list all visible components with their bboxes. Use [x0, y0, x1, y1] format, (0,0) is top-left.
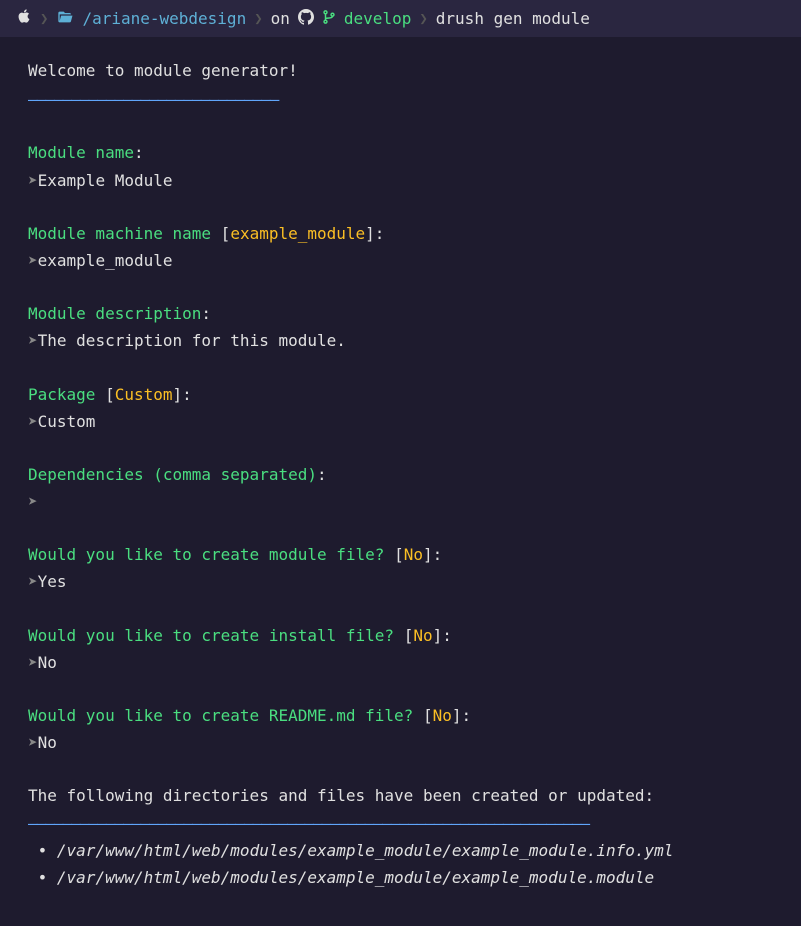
header-path: /ariane-webdesign	[82, 9, 246, 28]
answer-text: The description for this module.	[38, 331, 346, 350]
prompt-machine-name: Module machine name [example_module]: ➤e…	[28, 220, 781, 274]
arrow-icon: ➤	[28, 572, 38, 591]
prompt-install-file: Would you like to create install file? […	[28, 622, 781, 676]
prompt-label: Module name	[28, 143, 134, 162]
answer-text: Custom	[38, 412, 96, 431]
bullet-icon: •	[28, 868, 57, 887]
chevron-icon: ❯	[254, 11, 262, 27]
answer-text: No	[38, 653, 57, 672]
arrow-icon: ➤	[28, 331, 38, 350]
prompt-label: Would you like to create module file?	[28, 545, 384, 564]
apple-icon	[16, 8, 32, 29]
bracket: [	[394, 545, 404, 564]
bracket: [	[221, 224, 231, 243]
prompt-description: Module description: ➤The description for…	[28, 300, 781, 354]
answer-text: example_module	[38, 251, 173, 270]
folder-icon	[56, 9, 74, 29]
arrow-icon: ➤	[28, 171, 38, 190]
terminal-header: ❯ /ariane-webdesign ❯ on develop ❯ drush…	[0, 0, 801, 37]
bracket: [	[423, 706, 433, 725]
prompt-label: Module description	[28, 304, 201, 323]
prompt-dependencies: Dependencies (comma separated): ➤	[28, 461, 781, 515]
result-header: The following directories and files have…	[28, 782, 781, 809]
prompt-module-name: Module name: ➤Example Module	[28, 139, 781, 193]
arrow-icon: ➤	[28, 733, 38, 752]
bracket: ]:	[173, 385, 192, 404]
github-icon	[298, 9, 314, 29]
arrow-icon: ➤	[28, 653, 38, 672]
prompt-label: Module machine name	[28, 224, 211, 243]
chevron-icon: ❯	[419, 11, 427, 27]
prompt-label: Package	[28, 385, 95, 404]
prompt-package: Package [Custom]: ➤Custom	[28, 381, 781, 435]
answer-text: No	[38, 733, 57, 752]
file-created: • /var/www/html/web/modules/example_modu…	[28, 864, 781, 891]
bracket: ]:	[433, 626, 452, 645]
answer-text: Example Module	[38, 171, 173, 190]
default-value: No	[404, 545, 423, 564]
default-value: Custom	[115, 385, 173, 404]
terminal-content: Welcome to module generator! –––––––––––…	[0, 37, 801, 911]
branch-name: develop	[344, 9, 411, 28]
chevron-icon: ❯	[40, 11, 48, 27]
branch-icon	[322, 9, 336, 29]
bracket: [	[105, 385, 115, 404]
welcome-underline: –––––––––––––––––––––––––––––	[28, 86, 781, 113]
file-path: /var/www/html/web/modules/example_module…	[57, 868, 654, 887]
colon: :	[201, 304, 211, 323]
bracket: ]:	[452, 706, 471, 725]
default-value: example_module	[230, 224, 365, 243]
header-on: on	[271, 9, 290, 28]
arrow-icon: ➤	[28, 412, 38, 431]
default-value: No	[433, 706, 452, 725]
colon: :	[134, 143, 144, 162]
prompt-readme-file: Would you like to create README.md file?…	[28, 702, 781, 756]
result-underline: ––––––––––––––––––––––––––––––––––––––––…	[28, 810, 781, 837]
command-text[interactable]: drush gen module	[436, 9, 590, 28]
bullet-icon: •	[28, 841, 57, 860]
welcome-text: Welcome to module generator!	[28, 57, 781, 84]
prompt-label: Would you like to create install file?	[28, 626, 394, 645]
answer-text: Yes	[38, 572, 67, 591]
prompt-module-file: Would you like to create module file? [N…	[28, 541, 781, 595]
prompt-label: Dependencies (comma separated)	[28, 465, 317, 484]
default-value: No	[413, 626, 432, 645]
arrow-icon: ➤	[28, 492, 38, 511]
bracket: ]:	[365, 224, 384, 243]
bracket: ]:	[423, 545, 442, 564]
file-path: /var/www/html/web/modules/example_module…	[57, 841, 674, 860]
prompt-label: Would you like to create README.md file?	[28, 706, 413, 725]
arrow-icon: ➤	[28, 251, 38, 270]
bracket: [	[404, 626, 414, 645]
file-created: • /var/www/html/web/modules/example_modu…	[28, 837, 781, 864]
colon: :	[317, 465, 327, 484]
